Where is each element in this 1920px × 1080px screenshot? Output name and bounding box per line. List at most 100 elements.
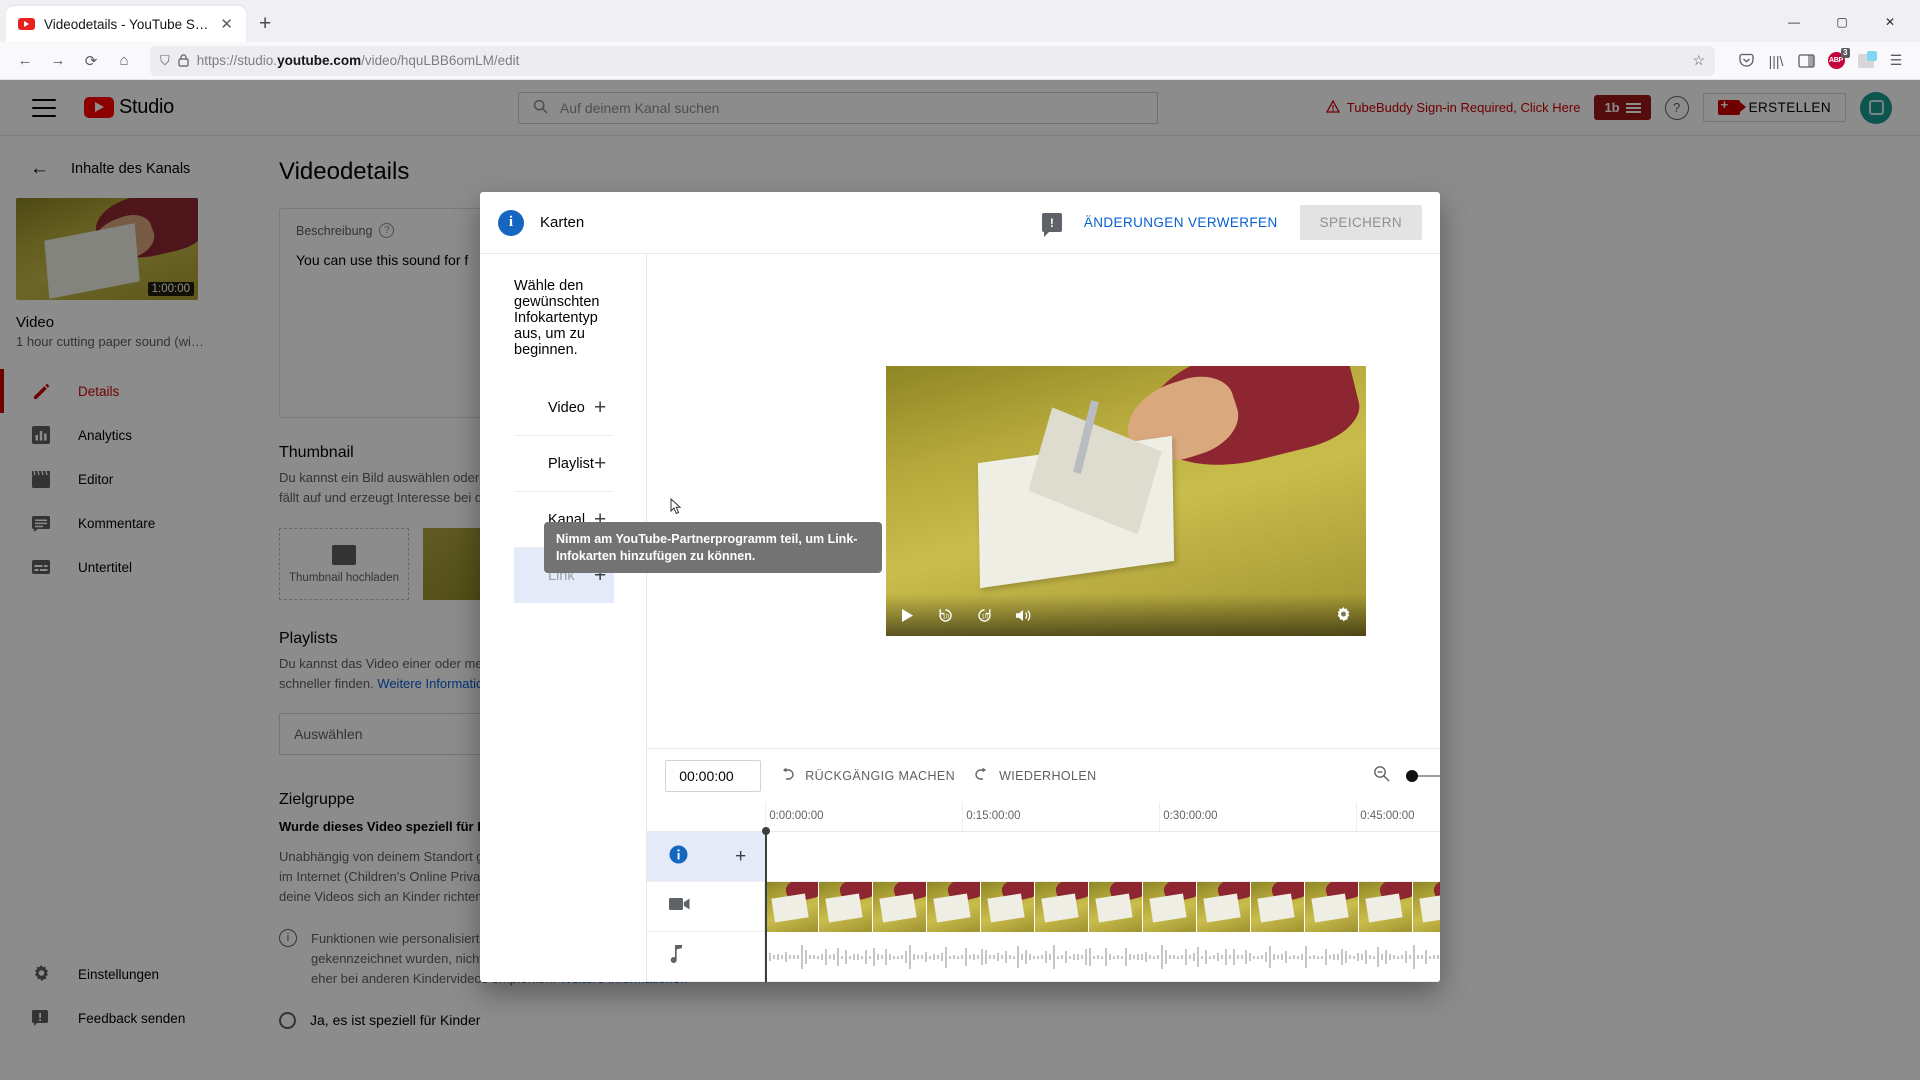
player-settings-gear-icon[interactable] xyxy=(1335,606,1352,624)
waveform-bar xyxy=(1377,947,1380,967)
waveform-bar xyxy=(1209,955,1212,959)
waveform-bar xyxy=(1013,955,1016,959)
video-track-lane[interactable] xyxy=(765,882,1440,932)
adblock-plus-icon[interactable]: ABP 3 xyxy=(1822,47,1850,75)
reload-icon[interactable]: ⟳ xyxy=(76,46,106,76)
minimize-button[interactable]: — xyxy=(1772,8,1816,36)
filmstrip-frame xyxy=(981,882,1036,932)
waveform-bar xyxy=(1349,955,1352,959)
library-icon[interactable]: |||\ xyxy=(1762,47,1790,75)
pocket-icon[interactable] xyxy=(1732,47,1760,75)
send-feedback-icon[interactable]: ! xyxy=(1041,213,1062,237)
add-video-card-icon[interactable]: + xyxy=(594,397,606,418)
waveform-bar xyxy=(1009,955,1012,959)
waveform-bar xyxy=(1253,955,1256,959)
waveform-bar xyxy=(1401,955,1404,959)
waveform-bar xyxy=(1301,953,1304,961)
waveform-bar xyxy=(777,954,780,960)
waveform-bar xyxy=(1265,951,1268,963)
waveform-bar xyxy=(789,954,792,960)
waveform-bar xyxy=(825,949,828,965)
close-window-button[interactable]: ✕ xyxy=(1868,8,1912,36)
slider-knob[interactable] xyxy=(1406,769,1419,782)
rewind-10-icon[interactable]: 10 xyxy=(937,607,954,624)
abp-count-badge: 3 xyxy=(1840,47,1850,58)
maximize-button[interactable]: ▢ xyxy=(1820,8,1864,36)
card-type-video-label: Video xyxy=(548,399,585,416)
filmstrip-frame xyxy=(765,882,820,932)
window-controls: — ▢ ✕ xyxy=(1772,8,1912,36)
new-tab-button[interactable]: + xyxy=(259,12,271,36)
waveform-bar xyxy=(1149,955,1152,959)
card-type-video[interactable]: Video + xyxy=(514,380,615,436)
volume-icon[interactable] xyxy=(1015,608,1033,623)
waveform-bar xyxy=(1417,955,1420,959)
track-gutter: + xyxy=(647,832,766,982)
info-icon xyxy=(669,845,688,869)
forward-icon[interactable]: → xyxy=(43,46,73,76)
save-button[interactable]: SPEICHERN xyxy=(1299,205,1422,240)
waveform-bar xyxy=(1153,955,1156,959)
waveform-bar xyxy=(929,955,932,959)
waveform-bar xyxy=(925,951,928,963)
timeline-zoom-slider[interactable] xyxy=(1406,769,1440,783)
waveform-bar xyxy=(1385,950,1388,964)
waveform-bar xyxy=(1309,955,1312,959)
browser-window: Videodetails - YouTube Studio ✕ + — ▢ ✕ … xyxy=(0,0,1920,1080)
waveform-bar xyxy=(1285,951,1288,963)
bookmark-star-icon[interactable]: ☆ xyxy=(1692,52,1705,69)
waveform-bar xyxy=(1117,954,1120,960)
redo-button[interactable]: WIEDERHOLEN xyxy=(973,767,1096,784)
waveform-bar xyxy=(1213,954,1216,960)
filmstrip-frame xyxy=(1359,882,1414,932)
waveform-bar xyxy=(1205,950,1208,964)
shield-icon[interactable]: ⛉ xyxy=(160,53,170,69)
home-icon[interactable]: ⌂ xyxy=(109,46,139,76)
add-card-icon[interactable]: + xyxy=(735,846,746,868)
waveform-bar xyxy=(813,955,816,959)
waveform-bar xyxy=(785,951,788,963)
waveform-bar xyxy=(853,953,856,961)
playhead[interactable] xyxy=(762,827,771,982)
sidebar-icon[interactable] xyxy=(1792,47,1820,75)
undo-button[interactable]: RÜCKGÄNGIG MACHEN xyxy=(779,767,955,784)
waveform-bar xyxy=(769,953,772,961)
waveform-bar xyxy=(861,955,864,959)
waveform-bar xyxy=(1045,950,1048,964)
waveform-bar xyxy=(1021,953,1024,961)
back-icon[interactable]: ← xyxy=(10,46,40,76)
waveform-bar xyxy=(905,950,908,964)
audio-track-lane[interactable] xyxy=(765,932,1440,982)
video-player[interactable]: 10 10 xyxy=(886,366,1367,636)
discard-changes-button[interactable]: ÄNDERUNGEN VERWERFEN xyxy=(1078,207,1284,238)
redo-label: WIEDERHOLEN xyxy=(999,768,1097,783)
app-menu-icon[interactable]: ☰ xyxy=(1882,47,1910,75)
waveform-bar xyxy=(989,954,992,960)
waveform-bar xyxy=(1397,955,1400,959)
play-icon[interactable] xyxy=(900,608,915,623)
waveform-bar xyxy=(1333,954,1336,960)
ruler-label-2: 0:30:00:00 xyxy=(1163,810,1218,822)
forward-10-icon[interactable]: 10 xyxy=(976,607,993,624)
waveform-bar xyxy=(945,946,948,968)
waveform-bar xyxy=(1289,955,1292,959)
cards-track-lane[interactable] xyxy=(765,832,1440,882)
zoom-out-icon[interactable] xyxy=(1373,765,1390,786)
url-bar[interactable]: ⛉ https://studio.youtube.com/video/hquLB… xyxy=(150,45,1715,76)
waveform-bar xyxy=(1041,954,1044,960)
filmstrip-frame xyxy=(1413,882,1440,932)
modal-header: i Karten ! ÄNDERUNGEN VERWERFEN SPEICHER… xyxy=(480,192,1440,254)
close-tab-icon[interactable]: ✕ xyxy=(217,15,236,34)
waveform-bar xyxy=(1345,950,1348,964)
waveform-bar xyxy=(949,955,952,959)
waveform-bar xyxy=(1233,948,1236,966)
waveform-bar xyxy=(1169,954,1172,960)
youtube-favicon-icon xyxy=(18,18,35,30)
card-type-playlist[interactable]: Playlist + xyxy=(514,436,615,492)
track-area[interactable] xyxy=(762,827,1440,982)
extension-puzzle-icon[interactable] xyxy=(1852,47,1880,75)
timecode-input[interactable] xyxy=(665,759,762,792)
cards-track-header[interactable]: + xyxy=(647,832,765,882)
browser-tab[interactable]: Videodetails - YouTube Studio ✕ xyxy=(6,6,246,42)
add-playlist-card-icon[interactable]: + xyxy=(594,453,606,474)
